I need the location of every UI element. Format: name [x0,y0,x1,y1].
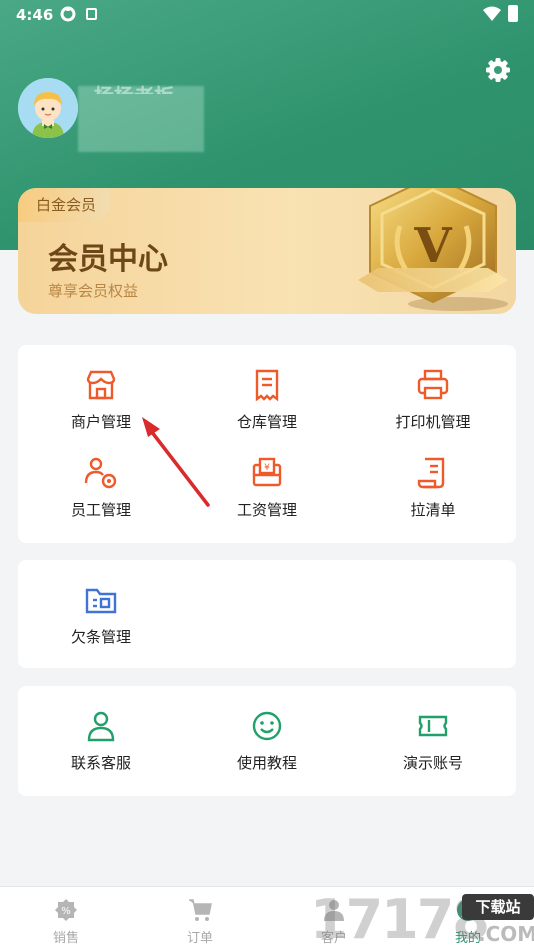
username-blur-mask [78,86,204,152]
menu-label: 欠条管理 [70,628,131,646]
smile-icon [252,711,282,741]
vip-title: 会员中心 [48,242,168,277]
menu-label: 演示账号 [402,754,463,772]
vip-subtitle: 尊享会员权益 [48,282,139,300]
vip-center-card[interactable]: 白金会员 会员中心 尊享会员权益 V [18,188,516,314]
wifi-icon [483,6,501,21]
vip-badge-letter: V [413,218,452,274]
status-bar: 4:46 [0,0,534,30]
receipt-icon [255,369,279,402]
main-menu-card: 商户管理 仓库管理 打印机管理 员工管理 ¥ 工资管理 拉清单 [18,345,516,543]
person-icon [87,711,115,742]
menu-tutorial[interactable]: 使用教程 [184,708,350,773]
menu-contact-service[interactable]: 联系客服 [18,708,184,773]
vip-gold-badge-icon: V [358,188,508,311]
debt-menu-card: 欠条管理 [18,560,516,668]
sync-icon [60,6,76,22]
svg-text:%: % [61,906,71,917]
menu-label: 打印机管理 [395,413,471,431]
svg-text:¥: ¥ [264,463,270,473]
red-annotation-arrow-icon [142,417,210,507]
printer-icon [417,369,449,400]
app-notification-icon [86,8,97,20]
menu-label: 拉清单 [410,501,456,519]
folder-icon [85,588,117,614]
wage-icon: ¥ [252,457,282,487]
battery-icon [508,5,518,22]
staff-settings-icon [84,457,117,489]
cartoon-avatar-icon [18,78,78,138]
storefront-icon [86,370,116,400]
menu-label: 联系客服 [70,754,131,772]
menu-list[interactable]: 拉清单 [350,455,516,520]
tab-label: 订单 [186,931,213,946]
ticket-icon [418,715,448,737]
menu-printer[interactable]: 打印机管理 [350,367,516,432]
menu-demo-account[interactable]: 演示账号 [350,708,516,773]
tab-sales[interactable]: % 销售 [26,897,106,946]
site-watermark: 17178 下载站 .COM [310,888,534,950]
avatar[interactable] [18,78,78,138]
list-document-icon [417,457,445,489]
help-menu-card: 联系客服 使用教程 演示账号 [18,686,516,796]
watermark-tag: 下载站 [462,894,534,920]
sales-icon: % [55,899,77,921]
watermark-domain: .COM [478,922,534,946]
cart-icon [189,899,212,921]
tab-orders[interactable]: 订单 [160,897,240,946]
status-time: 4:46 [16,6,54,24]
menu-label: 使用教程 [236,754,297,772]
settings-gear-icon[interactable] [484,56,512,84]
menu-debt[interactable]: 欠条管理 [18,582,184,647]
vip-level-tag: 白金会员 [18,188,110,222]
tab-label: 销售 [52,931,79,946]
